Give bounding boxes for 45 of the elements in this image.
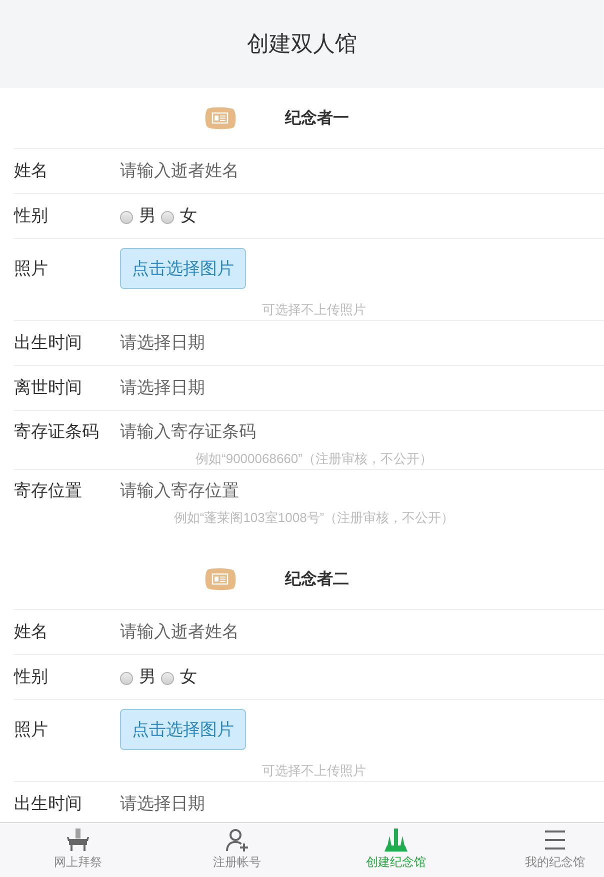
altar-icon[interactable] <box>66 828 90 852</box>
tab-item[interactable]: 网上拜祭 <box>30 823 126 877</box>
radio-button[interactable] <box>120 672 133 684</box>
radio-label[interactable]: 女 <box>180 205 197 227</box>
radio-button[interactable] <box>120 210 133 224</box>
upload-button[interactable]: 点击选择图片 <box>120 248 246 289</box>
input-field[interactable]: 请选择日期 <box>120 792 590 816</box>
menu-icon[interactable] <box>543 828 567 852</box>
page-title: 创建双人馆 <box>247 30 357 58</box>
field-label: 姓名 <box>14 621 49 643</box>
hint-text: 可选择不上传照片 <box>261 303 367 317</box>
id-card-icon <box>204 106 236 130</box>
hint-text: 例如“9000068660”（注册审核，不公开） <box>194 452 434 466</box>
field-label: 离世时间 <box>14 377 83 399</box>
field-label: 出生时间 <box>14 793 83 815</box>
input-field[interactable]: 请输入逝者姓名 <box>120 620 590 644</box>
tab-item[interactable]: 创建纪念馆 <box>348 823 444 877</box>
input-field[interactable]: 请选择日期 <box>120 331 590 355</box>
radio-label[interactable]: 女 <box>180 666 197 688</box>
field-label: 姓名 <box>14 160 49 182</box>
monument-icon[interactable] <box>384 828 408 852</box>
field-label: 寄存位置 <box>14 480 83 502</box>
section-title: 纪念者二 <box>285 570 349 590</box>
radio-button[interactable] <box>161 672 174 684</box>
field-label: 照片 <box>14 258 49 280</box>
id-card-icon <box>204 567 236 591</box>
upload-button[interactable]: 点击选择图片 <box>120 709 246 750</box>
input-field[interactable]: 请输入逝者姓名 <box>120 159 590 183</box>
radio-button[interactable] <box>161 210 174 224</box>
input-field[interactable]: 请输入寄存位置 <box>120 478 590 502</box>
hint-text: 可选择不上传照片 <box>261 764 367 778</box>
tab-item[interactable]: 我的纪念馆 <box>507 823 603 877</box>
radio-label[interactable]: 男 <box>139 205 156 227</box>
field-label: 寄存证条码 <box>14 420 100 442</box>
section-title: 纪念者一 <box>285 108 349 128</box>
hint-text: 例如“蓬莱阁103室1008号”（注册审核，不公开） <box>172 511 456 525</box>
input-field[interactable]: 请选择日期 <box>120 376 590 400</box>
field-label: 照片 <box>14 718 49 740</box>
input-field[interactable]: 请输入寄存证条码 <box>120 420 590 444</box>
field-label: 出生时间 <box>14 332 83 354</box>
field-label: 性别 <box>14 205 49 227</box>
radio-label[interactable]: 男 <box>139 666 156 688</box>
add-user-icon[interactable] <box>225 828 249 852</box>
field-label: 性别 <box>14 666 49 688</box>
tab-item[interactable]: 注册帐号 <box>189 823 285 877</box>
